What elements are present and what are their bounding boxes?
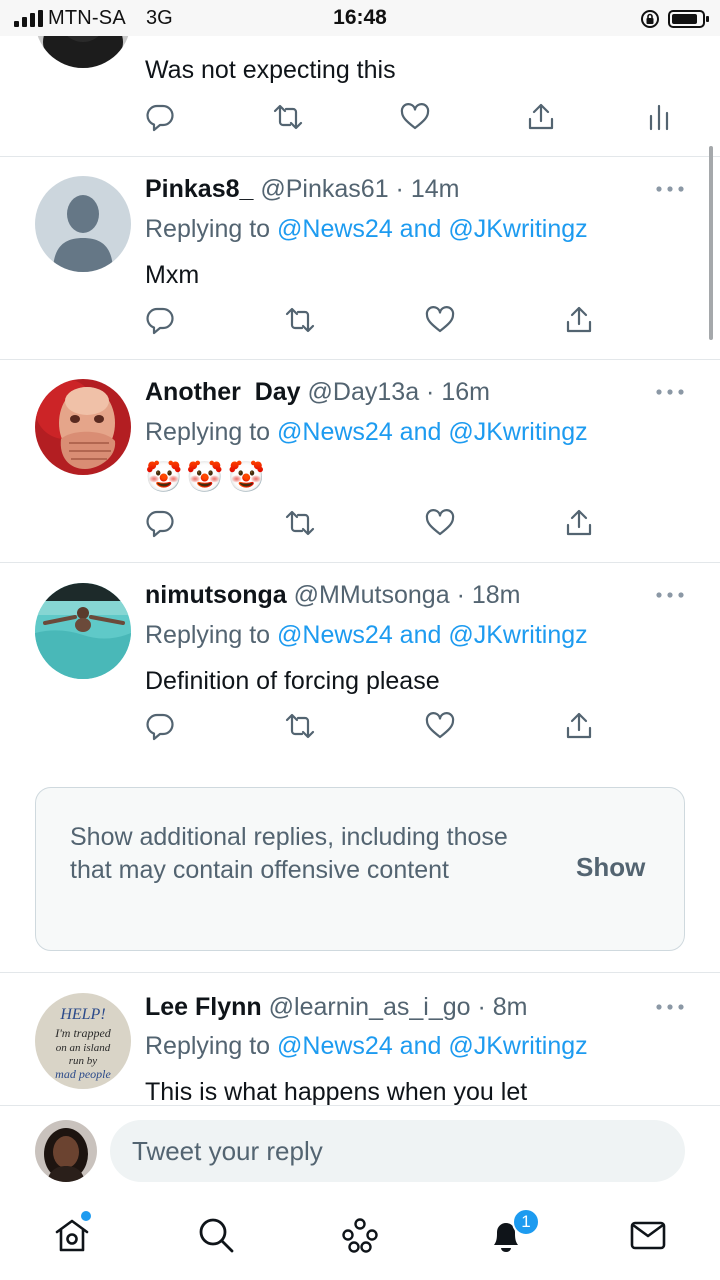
display-name[interactable]: Another Day — [145, 378, 301, 406]
tweet-header: Lee Flynn @learnin_as_i_go · 8m — [145, 993, 528, 1022]
more-icon[interactable] — [655, 590, 685, 600]
tweet-actions — [0, 102, 720, 134]
show-additional-replies-card[interactable]: Show additional replies, including those… — [35, 787, 685, 951]
show-button[interactable]: Show — [576, 852, 645, 883]
rotation-lock-icon — [641, 10, 659, 28]
timestamp: 16m — [441, 378, 490, 406]
timestamp: 8m — [492, 993, 528, 1021]
replying-to-link[interactable]: @News24 and @JKwritingz — [277, 621, 588, 649]
separator: · — [470, 993, 493, 1021]
avatar[interactable] — [35, 583, 131, 679]
avatar-text: I'm trapped — [54, 1026, 112, 1040]
reply-icon[interactable] — [145, 305, 175, 335]
replying-prefix: Replying to — [145, 418, 271, 446]
tweet-header: Pinkas8_ @Pinkas61 · 14m — [145, 175, 459, 204]
clock: 16:48 — [333, 6, 387, 29]
tweet-header: Another Day @Day13a · 16m — [145, 378, 490, 407]
reply-icon[interactable] — [145, 508, 175, 538]
replying-to-link[interactable]: @News24 and @JKwritingz — [277, 418, 588, 446]
timestamp: 14m — [410, 175, 460, 203]
separator: · — [449, 581, 472, 609]
replying-to-link[interactable]: @News24 and @JKwritingz — [277, 1032, 588, 1060]
display-name[interactable]: nimutsonga — [145, 581, 287, 609]
tweet-text: This is what happens when you let — [145, 1078, 528, 1105]
like-icon[interactable] — [425, 711, 455, 741]
replying-to: Replying to @News24 and @JKwritingz — [145, 621, 588, 650]
tab-bar — [0, 1195, 720, 1280]
avatar-text: run by — [69, 1055, 98, 1067]
home-icon[interactable] — [52, 1215, 92, 1255]
spaces-icon[interactable] — [340, 1215, 380, 1255]
separator: · — [388, 175, 411, 203]
replying-to-link[interactable]: @News24 and @JKwritingz — [277, 215, 588, 243]
reply-bar — [0, 1105, 720, 1195]
separator: · — [419, 378, 442, 406]
tweet-actions — [0, 711, 720, 743]
tweet-2[interactable]: Another Day @Day13a · 16m Replying to @N… — [0, 360, 720, 562]
analytics-icon[interactable] — [644, 102, 674, 132]
avatar[interactable] — [35, 176, 131, 272]
search-icon[interactable] — [196, 1215, 236, 1255]
tweet-header: nimutsonga @MMutsonga · 18m — [145, 581, 520, 610]
share-icon[interactable] — [564, 711, 594, 741]
handle: @Day13a — [307, 378, 420, 406]
reply-icon[interactable] — [145, 711, 175, 741]
display-name[interactable]: Pinkas8_ — [145, 175, 253, 203]
replying-to: Replying to @News24 and @JKwritingz — [145, 215, 588, 244]
replying-prefix: Replying to — [145, 215, 271, 243]
like-icon[interactable] — [400, 102, 430, 132]
share-icon[interactable] — [564, 305, 594, 335]
avatar[interactable] — [35, 379, 131, 475]
tweet-text: Was not expecting this — [145, 56, 396, 84]
show-additional-replies-text: Show additional replies, including those… — [70, 823, 508, 884]
replying-to: Replying to @News24 and @JKwritingz — [145, 1032, 588, 1061]
avatar-text: HELP! — [59, 1006, 105, 1023]
handle: @Pinkas61 — [260, 175, 389, 203]
home-new-dot — [81, 1211, 91, 1221]
tweet-text: Mxm — [145, 261, 200, 289]
scrollbar[interactable] — [709, 146, 713, 340]
timestamp: 18m — [471, 581, 521, 609]
user-avatar[interactable] — [35, 1120, 97, 1182]
retweet-icon[interactable] — [285, 305, 315, 335]
status-bar: MTN-SA 3G 16:48 — [0, 0, 720, 36]
messages-icon[interactable] — [628, 1215, 668, 1255]
like-icon[interactable] — [425, 305, 455, 335]
more-icon[interactable] — [655, 184, 685, 194]
notification-badge: 1 — [512, 1208, 540, 1236]
display-name[interactable]: Lee Flynn — [145, 993, 262, 1021]
tweet-text: Definition of forcing please — [145, 667, 440, 695]
reply-input[interactable] — [110, 1120, 685, 1182]
avatar[interactable]: HELP! I'm trapped on an island run by ma… — [35, 993, 131, 1089]
more-icon[interactable] — [655, 387, 685, 397]
tweet-3[interactable]: nimutsonga @MMutsonga · 18m Replying to … — [0, 563, 720, 763]
tweet-actions — [0, 305, 720, 337]
tweet-4[interactable]: HELP! I'm trapped on an island run by ma… — [0, 973, 720, 1105]
avatar-text: mad people — [55, 1067, 111, 1081]
avatar-text: on an island — [56, 1042, 111, 1054]
handle: @learnin_as_i_go — [268, 993, 471, 1021]
retweet-icon[interactable] — [285, 711, 315, 741]
more-icon[interactable] — [655, 1002, 685, 1012]
share-icon[interactable] — [564, 508, 594, 538]
replying-prefix: Replying to — [145, 1032, 271, 1060]
replying-to: Replying to @News24 and @JKwritingz — [145, 418, 588, 447]
handle: @MMutsonga — [293, 581, 450, 609]
retweet-icon[interactable] — [285, 508, 315, 538]
tweet-text: 🤡🤡🤡 — [145, 461, 270, 494]
replying-prefix: Replying to — [145, 621, 271, 649]
share-icon[interactable] — [526, 102, 556, 132]
reply-icon[interactable] — [145, 102, 175, 132]
tweet-actions — [0, 508, 720, 540]
tweet-1[interactable]: Pinkas8_ @Pinkas61 · 14m Replying to @Ne… — [0, 157, 720, 359]
like-icon[interactable] — [425, 508, 455, 538]
retweet-icon[interactable] — [273, 102, 303, 132]
battery-icon — [668, 10, 709, 28]
